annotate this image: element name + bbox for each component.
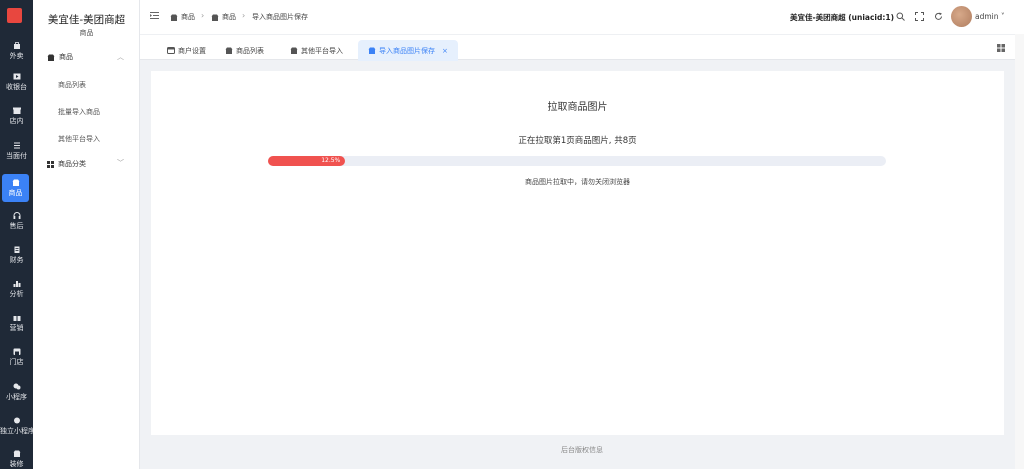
tab-label: 商户设置: [178, 46, 206, 55]
breadcrumb-item[interactable]: 商品: [170, 12, 195, 22]
page-scrollbar[interactable]: [1015, 34, 1024, 469]
goods-icon: [170, 14, 178, 21]
rail-item-cashier[interactable]: 收银台: [0, 68, 33, 96]
search-icon[interactable]: [896, 12, 905, 21]
content-card: 拉取商品图片 正在拉取第1页商品图片, 共8页 12.5% 商品图片拉取中，请勿…: [151, 71, 1004, 435]
goods-icon: [47, 54, 55, 61]
rail-label: 外卖: [9, 51, 24, 60]
username: admin: [975, 12, 999, 21]
section-title: 商品: [79, 29, 94, 37]
chevron-up-icon[interactable]: ︿: [117, 52, 124, 62]
goods-icon: [290, 47, 298, 54]
rail-label: 分析: [9, 289, 24, 298]
subnav-group-label: 商品: [59, 53, 73, 61]
progress-status-text: 正在拉取第1页商品图片, 共8页: [518, 136, 637, 146]
subnav-item-other-platform-import[interactable]: 其他平台导入: [58, 134, 100, 144]
list-icon: [13, 142, 20, 148]
decorate-icon: [13, 450, 20, 457]
chevron-right-icon: ›: [242, 11, 246, 20]
rail-item-aftersale[interactable]: 售后: [0, 207, 33, 235]
tab-other-platform-import[interactable]: 其他平台导入: [280, 40, 353, 61]
tab-bar: 商户设置 商品列表 其他平台导入 导入商品图片保存 ×: [140, 34, 1024, 61]
page-title: 拉取商品图片: [547, 102, 608, 113]
tab-label: 商品列表: [236, 46, 264, 55]
refresh-icon[interactable]: [934, 12, 943, 21]
miniapp-standalone-icon: [13, 417, 20, 423]
progress-bar-fill: 12.5%: [268, 156, 346, 166]
tab-import-images[interactable]: 导入商品图片保存 ×: [358, 40, 458, 61]
tabs-menu-grid-icon[interactable]: [997, 44, 1005, 52]
subnav-group-label: 商品分类: [58, 160, 86, 168]
breadcrumb-item: 导入商品图片保存: [252, 12, 308, 22]
bag-icon: [13, 41, 20, 49]
top-header: 商品 › 商品 › 导入商品图片保存 美宜佳-美团商超 (uniacid:1) …: [140, 0, 1024, 34]
tab-merchant-settings[interactable]: 商户设置: [157, 40, 216, 61]
main-rail: 外卖 收银台 店内 当面付 商品 售后 财务 分析 营销 门店 小程序 独立小程…: [0, 0, 33, 469]
rail-label: 商品: [8, 188, 23, 197]
breadcrumb-label: 商品: [181, 13, 195, 21]
store-name: 美宜佳-美团商超: [47, 14, 126, 26]
rail-label: 装修: [9, 459, 24, 468]
miniapp-icon: [13, 383, 20, 389]
rail-item-goods[interactable]: 商品: [2, 174, 29, 202]
subnav-group-goods[interactable]: 商品: [47, 50, 73, 64]
rail-item-marketing[interactable]: 营销: [0, 309, 33, 337]
rail-label: 售后: [9, 221, 24, 230]
subnav-group-category[interactable]: 商品分类: [47, 157, 86, 171]
secondary-sidebar: 美宜佳-美团商超 商品 商品 ︿ 商品列表 批量导入商品 其他平台导入 商品分类…: [33, 0, 140, 469]
rail-label: 独立小程序: [0, 426, 33, 435]
shop-icon: [13, 348, 20, 355]
store-title: 美宜佳-美团商超 (uniacid:1): [790, 13, 894, 22]
rail-item-store[interactable]: 店内: [0, 102, 33, 130]
store-icon: [12, 107, 21, 114]
goods-icon: [211, 14, 219, 21]
close-icon[interactable]: ×: [442, 47, 448, 55]
rail-label: 收银台: [6, 82, 27, 91]
finance-icon: [14, 246, 19, 253]
tab-goods-list[interactable]: 商品列表: [215, 40, 274, 61]
rail-item-facepay[interactable]: 当面付: [0, 137, 33, 165]
breadcrumb-label: 商品: [222, 13, 236, 21]
tab-icon: [167, 47, 175, 54]
chart-icon: [13, 280, 20, 287]
rail-item-decorate[interactable]: 装修: [0, 445, 33, 469]
subnav-item-batch-import[interactable]: 批量导入商品: [58, 107, 100, 117]
headset-icon: [13, 211, 20, 219]
rail-item-finance[interactable]: 财务: [0, 241, 33, 269]
breadcrumb-item[interactable]: 商品: [211, 12, 236, 22]
rail-item-shop[interactable]: 门店: [0, 343, 33, 371]
progress-percent-label: 12.5%: [321, 157, 341, 164]
progress-notice: 商品图片拉取中，请勿关闭浏览器: [525, 178, 630, 186]
footer-copyright: 后台版权信息: [561, 446, 603, 454]
fullscreen-icon[interactable]: [915, 12, 924, 21]
brand-logo[interactable]: [7, 8, 22, 23]
rail-item-standalone-miniapp[interactable]: 独立小程序: [0, 412, 33, 440]
chevron-down-icon: ˅: [1000, 12, 1005, 21]
progress-bar: 12.5%: [268, 156, 886, 166]
rail-item-waimai[interactable]: 外卖: [0, 37, 33, 65]
gift-icon: [13, 314, 20, 321]
tab-label: 导入商品图片保存: [379, 46, 435, 55]
goods-icon: [12, 179, 19, 186]
chevron-down-icon[interactable]: ﹀: [117, 158, 124, 168]
rail-label: 当面付: [6, 151, 27, 160]
rail-item-miniapp[interactable]: 小程序: [0, 378, 33, 406]
avatar[interactable]: [951, 6, 972, 27]
rail-label: 小程序: [6, 392, 27, 401]
rail-label: 门店: [9, 357, 24, 366]
breadcrumb-label: 导入商品图片保存: [252, 13, 308, 21]
rail-label: 财务: [9, 255, 24, 264]
cashier-icon: [13, 73, 20, 79]
user-menu[interactable]: admin ˅: [975, 12, 1005, 21]
subnav-item-goods-list[interactable]: 商品列表: [58, 80, 86, 90]
rail-label: 营销: [9, 323, 24, 332]
menu-fold-icon[interactable]: [150, 11, 159, 20]
rail-label: 店内: [9, 116, 24, 125]
chevron-right-icon: ›: [201, 11, 205, 20]
rail-item-analysis[interactable]: 分析: [0, 275, 33, 303]
tab-label: 其他平台导入: [301, 46, 343, 55]
goods-icon: [225, 47, 233, 54]
category-grid-icon: [47, 160, 54, 168]
goods-icon: [368, 47, 376, 54]
